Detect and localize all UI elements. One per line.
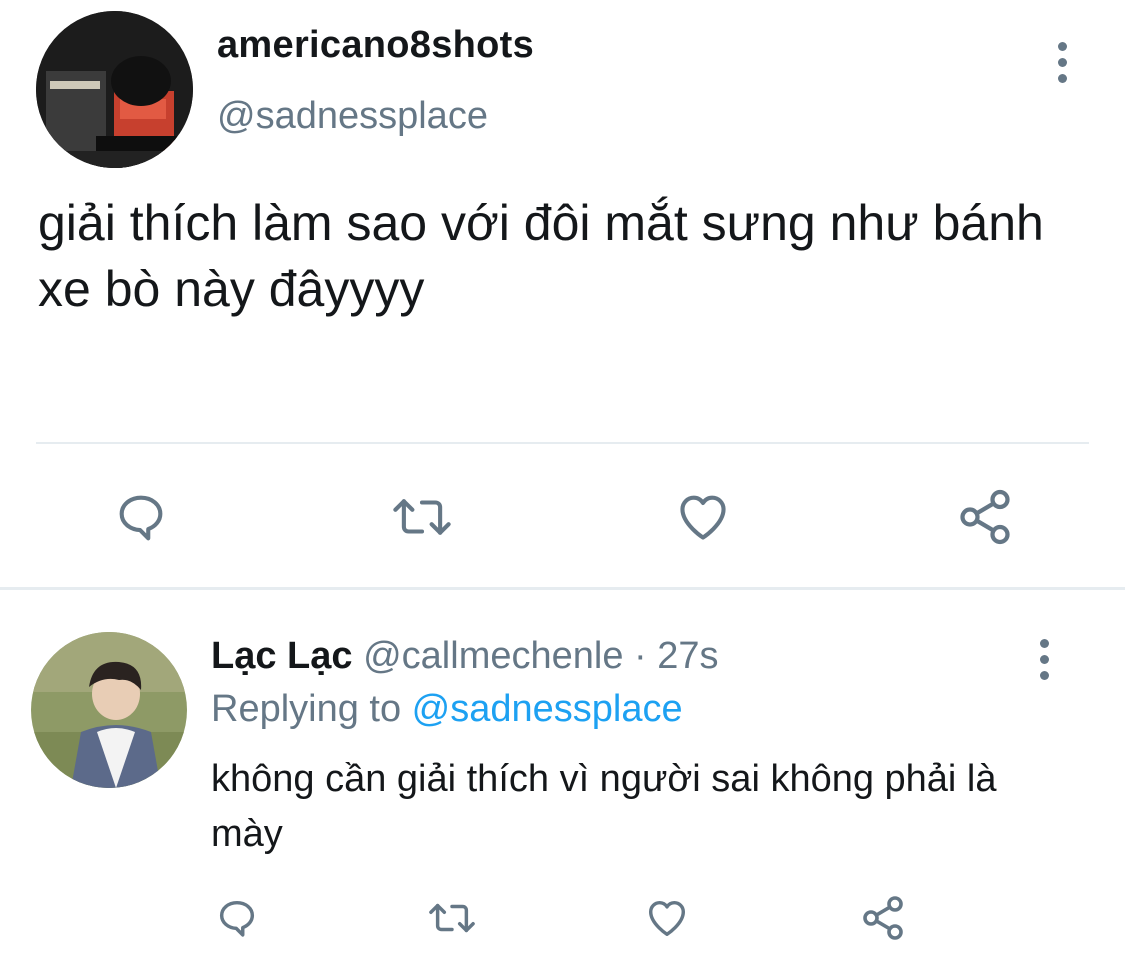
like-button[interactable] (670, 484, 736, 550)
section-divider (0, 587, 1125, 590)
tweet-text: giải thích làm sao với đôi mắt sưng như … (38, 195, 1044, 317)
replying-to: Replying to @sadnessplace (211, 688, 683, 731)
more-dot-icon (1057, 57, 1067, 67)
timestamp[interactable]: 27s (657, 635, 718, 677)
divider (36, 442, 1089, 444)
more-dot-icon (1039, 638, 1049, 648)
like-button[interactable] (641, 892, 693, 944)
reply-button[interactable] (211, 892, 263, 944)
more-dot-icon (1057, 73, 1067, 83)
display-name[interactable]: Lạc Lạc (211, 635, 353, 677)
user-handle[interactable]: @callmechenle (363, 635, 623, 677)
retweet-button[interactable] (387, 484, 457, 550)
more-dot-icon (1039, 654, 1049, 664)
display-name[interactable]: americano8shots (217, 24, 534, 67)
more-dot-icon (1057, 41, 1067, 51)
heart-icon (648, 900, 686, 937)
reply-header: Lạc Lạc @callmechenle · 27s (211, 635, 719, 678)
share-icon (863, 896, 903, 940)
replying-prefix: Replying to (211, 688, 412, 730)
more-dot-icon (1039, 670, 1049, 680)
mention-link[interactable]: @sadnessplace (412, 688, 683, 730)
more-options-button[interactable] (1024, 629, 1064, 689)
avatar-reply[interactable] (31, 632, 187, 788)
heart-icon (680, 495, 726, 540)
user-handle[interactable]: @sadnessplace (217, 95, 488, 138)
share-button[interactable] (952, 484, 1018, 550)
avatar-photo (31, 632, 187, 788)
retweet-icon (393, 499, 451, 535)
comment-icon (219, 900, 255, 937)
share-icon (960, 489, 1010, 545)
tweet-text: không cần giải thích vì người sai không … (211, 758, 997, 855)
more-options-button[interactable] (1042, 32, 1082, 92)
retweet-icon (429, 903, 475, 933)
avatar-photo (36, 11, 193, 168)
comment-icon (119, 495, 163, 541)
reply-button[interactable] (108, 484, 174, 550)
avatar-main[interactable] (36, 11, 193, 168)
retweet-button[interactable] (423, 892, 481, 944)
share-button[interactable] (857, 892, 909, 944)
meta-separator: · (623, 635, 658, 677)
